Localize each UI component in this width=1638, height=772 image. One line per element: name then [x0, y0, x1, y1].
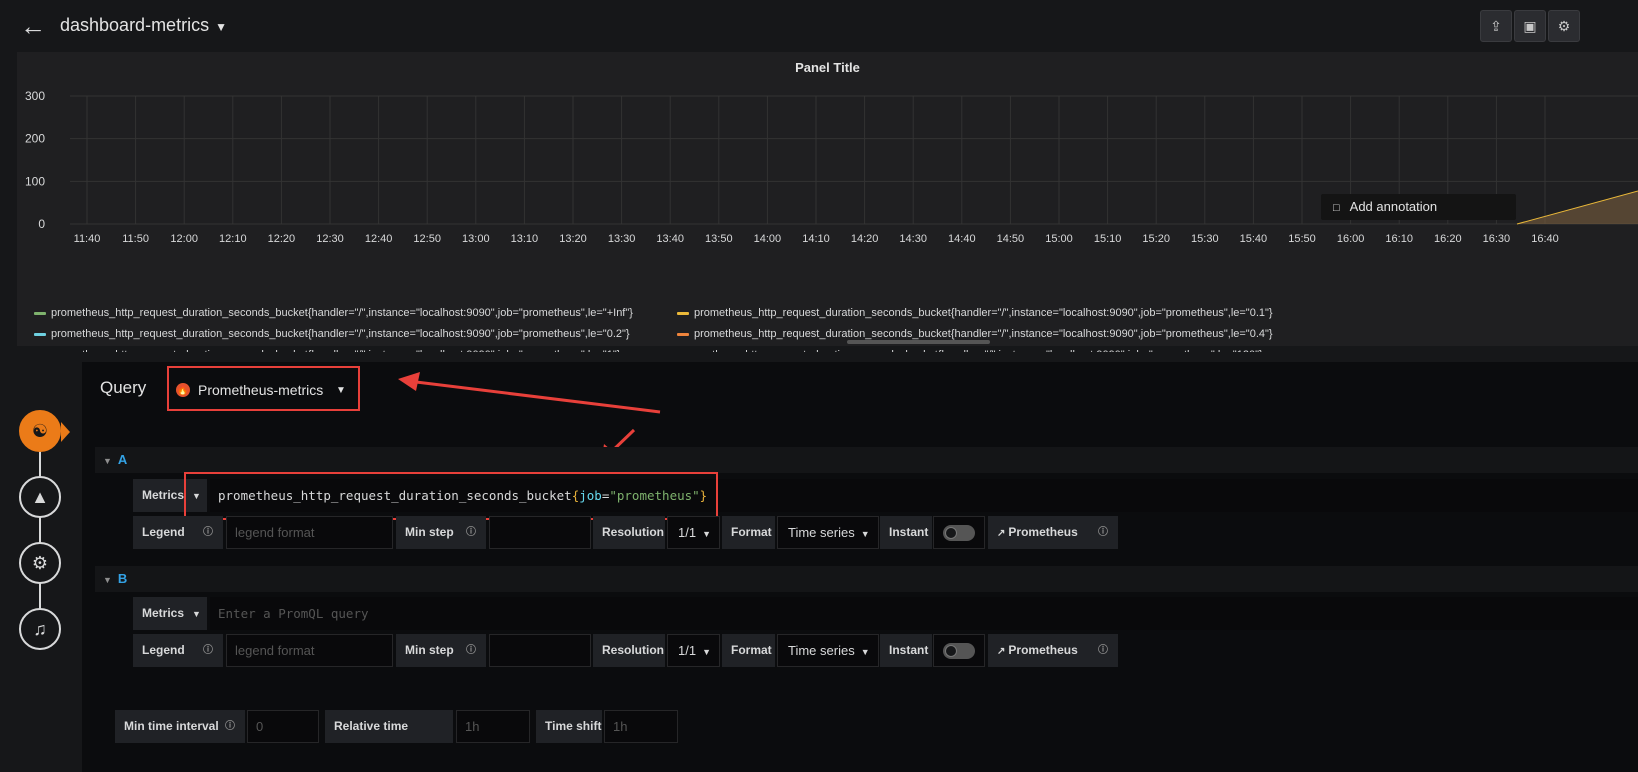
caret-down-icon: ▼	[860, 647, 870, 657]
min-step-label-text: Min step	[405, 525, 454, 539]
metrics-label-text: Metrics	[142, 488, 185, 502]
query-ref-a: A	[117, 452, 128, 467]
external-link-icon: ↗	[997, 528, 1006, 539]
metrics-label-b[interactable]: Metrics ▼	[133, 597, 207, 630]
time-shift-input[interactable]: 1h	[604, 710, 678, 743]
toggle-knob	[945, 527, 957, 539]
instant-toggle-a[interactable]	[943, 525, 975, 541]
instant-toggle-b[interactable]	[943, 643, 975, 659]
query-row-b-header[interactable]: ▼ B	[95, 566, 1638, 592]
min-interval-label: Min time interval ⓘ	[115, 710, 245, 743]
info-icon[interactable]: ⓘ	[466, 516, 476, 549]
info-icon[interactable]: ⓘ	[203, 634, 213, 667]
arrow-head-1	[398, 372, 420, 391]
legend-label-b: Legend ⓘ	[133, 634, 223, 667]
collapse-icon: ▼	[103, 456, 112, 466]
time-shift-label: Time shift	[536, 710, 602, 743]
query-row-a-header[interactable]: ▼ A	[95, 447, 1638, 473]
legend-format-input-b[interactable]: legend format	[226, 634, 393, 667]
min-interval-label-text: Min time interval	[124, 719, 219, 733]
info-icon[interactable]: ⓘ	[466, 634, 476, 667]
instant-label-a: Instant	[880, 516, 932, 549]
relative-time-input[interactable]: 1h	[456, 710, 530, 743]
caret-down-icon: ▼	[192, 609, 201, 619]
caret-down-icon: ▼	[702, 529, 711, 539]
format-value: Time series	[788, 525, 855, 540]
legend-label-text: Legend	[142, 525, 185, 539]
legend-label-a: Legend ⓘ	[133, 516, 223, 549]
legend-label-text: Legend	[142, 643, 185, 657]
metrics-label-text: Metrics	[142, 606, 185, 620]
format-label-b: Format	[722, 634, 775, 667]
caret-down-icon: ▼	[702, 647, 711, 657]
format-value: Time series	[788, 643, 855, 658]
prometheus-link-text: Prometheus	[1008, 525, 1078, 539]
external-link-icon: ↗	[997, 646, 1006, 657]
instant-toggle-b-wrap	[933, 634, 985, 667]
min-step-label-b: Min step ⓘ	[396, 634, 486, 667]
min-interval-input[interactable]: 0	[247, 710, 319, 743]
arrow-line-1	[407, 379, 661, 414]
instant-toggle-a-wrap	[933, 516, 985, 549]
resolution-label-b: Resolution	[593, 634, 665, 667]
prometheus-link-text: Prometheus	[1008, 643, 1078, 657]
resolution-select-a[interactable]: 1/1 ▼	[667, 516, 720, 549]
info-icon[interactable]: ⓘ	[203, 516, 213, 549]
resolution-value: 1/1	[678, 525, 697, 540]
highlight-box-query	[184, 472, 718, 520]
legend-format-input-a[interactable]: legend format	[226, 516, 393, 549]
collapse-icon: ▼	[103, 575, 112, 585]
min-step-label-a: Min step ⓘ	[396, 516, 486, 549]
toggle-knob	[945, 645, 957, 657]
info-icon[interactable]: ⓘ	[1098, 516, 1108, 549]
prometheus-link-a[interactable]: ↗ Prometheus ⓘ	[988, 516, 1118, 549]
min-step-input-a[interactable]	[489, 516, 591, 549]
resolution-value: 1/1	[678, 643, 697, 658]
instant-label-b: Instant	[880, 634, 932, 667]
caret-down-icon: ▼	[860, 529, 870, 539]
relative-time-label: Relative time	[325, 710, 453, 743]
info-icon[interactable]: ⓘ	[225, 710, 235, 743]
min-step-input-b[interactable]	[489, 634, 591, 667]
resolution-select-b[interactable]: 1/1 ▼	[667, 634, 720, 667]
format-select-a[interactable]: Time series ▼	[777, 516, 879, 549]
query-ref-b: B	[117, 571, 128, 586]
info-icon[interactable]: ⓘ	[1098, 634, 1108, 667]
resolution-label-a: Resolution	[593, 516, 665, 549]
prometheus-link-b[interactable]: ↗ Prometheus ⓘ	[988, 634, 1118, 667]
format-select-b[interactable]: Time series ▼	[777, 634, 879, 667]
format-label-a: Format	[722, 516, 775, 549]
min-step-label-text: Min step	[405, 643, 454, 657]
promql-input-b[interactable]: Enter a PromQL query	[210, 597, 1638, 630]
